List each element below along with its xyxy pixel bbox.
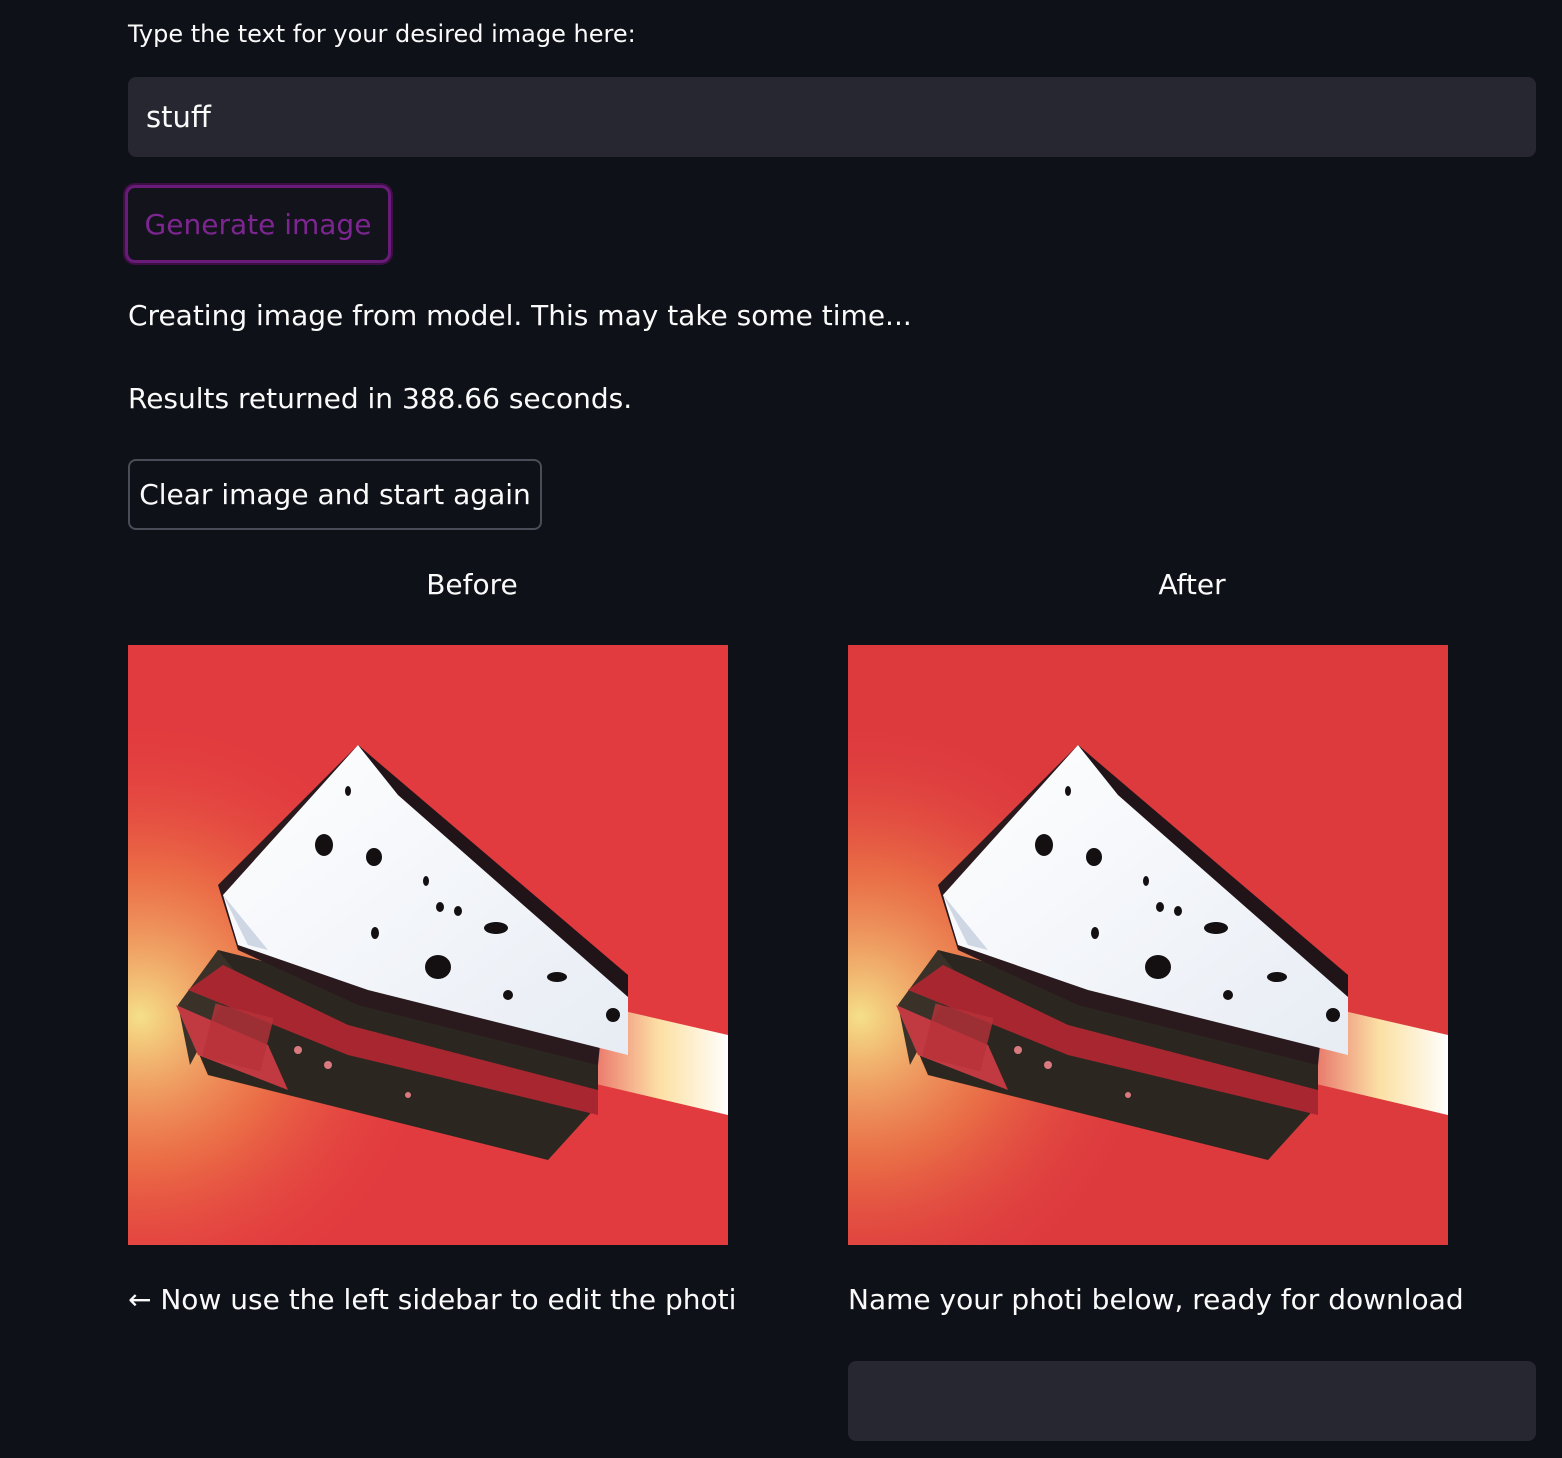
status-results: Results returned in 388.66 seconds. <box>128 382 633 415</box>
before-caption: ← Now use the left sidebar to edit the p… <box>128 1283 737 1316</box>
after-title: After <box>1158 568 1226 601</box>
after-caption: Name your photi below, ready for downloa… <box>848 1283 1464 1316</box>
after-image <box>848 645 1448 1245</box>
status-creating: Creating image from model. This may take… <box>128 299 912 332</box>
before-image <box>128 645 728 1245</box>
cheese-illustration-before <box>128 645 728 1245</box>
clear-image-button[interactable]: Clear image and start again <box>128 459 542 530</box>
download-name-input[interactable] <box>848 1361 1536 1441</box>
cheese-illustration-after <box>848 645 1448 1245</box>
prompt-label: Type the text for your desired image her… <box>128 20 636 48</box>
before-title: Before <box>426 568 518 601</box>
prompt-input[interactable] <box>128 77 1536 157</box>
generate-image-button[interactable]: Generate image <box>125 185 391 263</box>
